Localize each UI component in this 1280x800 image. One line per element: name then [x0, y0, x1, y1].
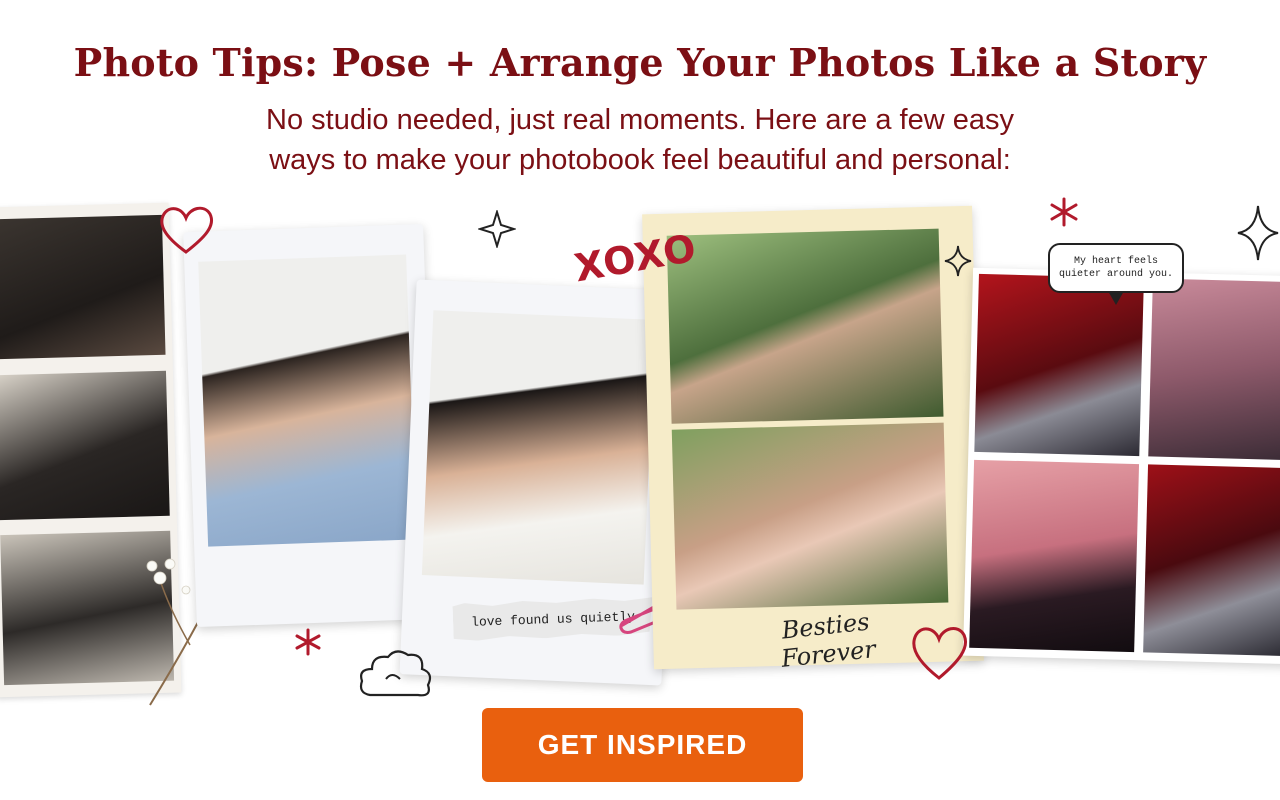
heart-doodle-icon — [912, 627, 967, 680]
polaroid-man — [183, 223, 437, 628]
photo-besties-laughing — [666, 228, 944, 424]
photo-besties-hugging — [671, 422, 949, 610]
cloud-doodle-icon — [359, 650, 432, 697]
speech-bubble-line-1: My heart feels — [1073, 256, 1158, 267]
speech-bubble-line-2: quieter around you. — [1058, 269, 1174, 280]
photo-man-held-face — [198, 254, 417, 547]
subtitle-line-2: ways to make your photobook feel beautif… — [269, 144, 1011, 176]
heart-doodle-icon — [160, 206, 213, 254]
photo-collage-right — [962, 267, 1280, 665]
photo-couple-lanterns — [1143, 464, 1280, 657]
photo-silhouette-couple — [969, 459, 1140, 653]
sparkle-star-icon — [944, 245, 972, 277]
page-subtitle: No studio needed, just real moments. Her… — [190, 100, 1090, 180]
photo-couple-smiling — [0, 214, 166, 360]
besties-photo-card — [642, 205, 984, 670]
speech-bubble: My heart feels quieter around you. — [1048, 243, 1184, 305]
asterisk-icon — [1050, 197, 1078, 227]
photo-sunset-heart — [1148, 278, 1280, 461]
photo-couple-bouquet — [0, 370, 170, 521]
sparkle-star-icon — [478, 210, 516, 248]
photo-woman-held-face — [421, 310, 656, 585]
get-inspired-button[interactable]: GET INSPIRED — [482, 708, 803, 782]
sparkle-star-icon — [1237, 205, 1279, 261]
page-title: Photo Tips: Pose + Arrange Your Photos L… — [73, 40, 1207, 85]
subtitle-line-1: No studio needed, just real moments. Her… — [266, 104, 1014, 136]
asterisk-icon — [295, 628, 321, 656]
